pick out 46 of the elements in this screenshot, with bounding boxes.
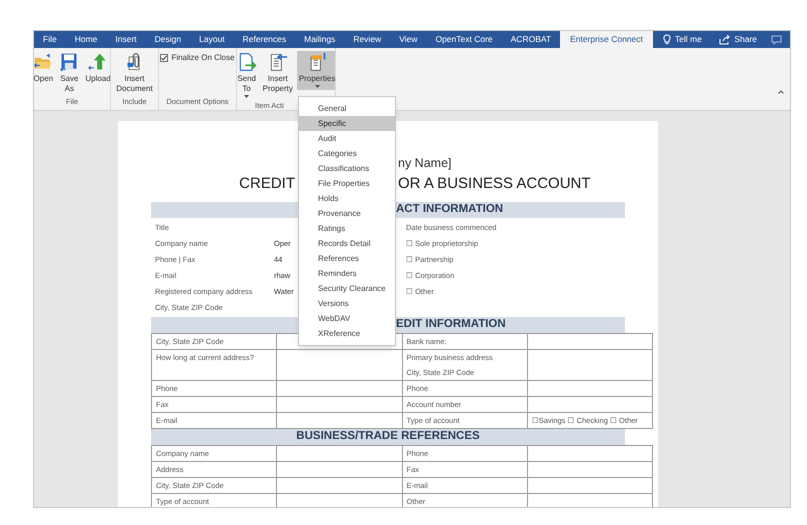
menu-item[interactable]: Categories xyxy=(299,146,395,161)
menu-item[interactable]: File Properties xyxy=(299,176,395,191)
menu-item[interactable]: Classifications xyxy=(299,161,395,176)
form-title: OR A BUSINESS ACCOUNT xyxy=(398,174,591,194)
collapse-icon[interactable] xyxy=(778,90,784,94)
section-heading: BUSINESS/TRADE REFERENCES xyxy=(151,429,625,445)
menu-item[interactable]: Records Detail xyxy=(299,236,395,251)
menu-item[interactable]: General xyxy=(299,101,395,116)
menu-item[interactable]: Reminders xyxy=(299,266,395,281)
comment-icon[interactable] xyxy=(771,34,782,44)
menu-item[interactable]: Ratings xyxy=(299,221,395,236)
ribbon-tab[interactable]: OpenText Core xyxy=(426,31,502,48)
menu-item[interactable]: References xyxy=(299,251,395,266)
document-arrow-icon xyxy=(237,52,257,72)
ribbon-tab[interactable]: View xyxy=(390,31,426,48)
tell-me-button[interactable]: Tell me xyxy=(656,31,708,48)
ribbon-tab[interactable]: Enterprise Connect xyxy=(560,31,653,48)
form-title: CREDIT xyxy=(239,174,295,194)
ribbon-tab[interactable]: Home xyxy=(66,31,106,48)
ribbon-button[interactable]: Save As xyxy=(57,51,82,96)
share-icon xyxy=(719,34,730,44)
ribbon-button[interactable]: Insert Property xyxy=(260,51,295,96)
ribbon-button[interactable]: Send To xyxy=(237,51,259,100)
ribbon-tab[interactable]: Design xyxy=(146,31,190,48)
menu-item[interactable]: Security Clearance xyxy=(299,281,395,296)
menu-item[interactable]: Specific xyxy=(299,116,395,131)
ribbon-tab[interactable]: Review xyxy=(344,31,390,48)
up-arrow-icon xyxy=(88,52,108,72)
ribbon-tab[interactable]: Insert xyxy=(106,31,146,48)
lightbulb-icon xyxy=(662,34,671,45)
menu-item[interactable]: Versions xyxy=(299,296,395,311)
checkmark-icon xyxy=(161,55,168,61)
ribbon-tab[interactable]: Layout xyxy=(190,31,234,48)
ribbon-tab[interactable]: ACROBAT xyxy=(502,31,560,48)
ribbon-tab[interactable]: Mailings xyxy=(295,31,344,48)
ribbon-button[interactable]: Properties xyxy=(296,51,335,90)
company-name: ny Name] xyxy=(398,155,452,172)
menu-item[interactable]: Provenance xyxy=(299,206,395,221)
menu-item[interactable]: Audit xyxy=(299,131,395,146)
ribbon-tab[interactable]: File xyxy=(34,31,66,48)
share-button[interactable]: Share xyxy=(713,31,763,48)
ribbon-button[interactable]: Insert Document xyxy=(114,51,156,96)
finalize-checkbox[interactable]: Finalize On Close xyxy=(159,51,236,64)
ribbon-button[interactable]: Open xyxy=(34,51,56,86)
ribbon-tab[interactable]: References xyxy=(234,31,296,48)
ribbon-button[interactable]: Upload xyxy=(83,51,110,86)
